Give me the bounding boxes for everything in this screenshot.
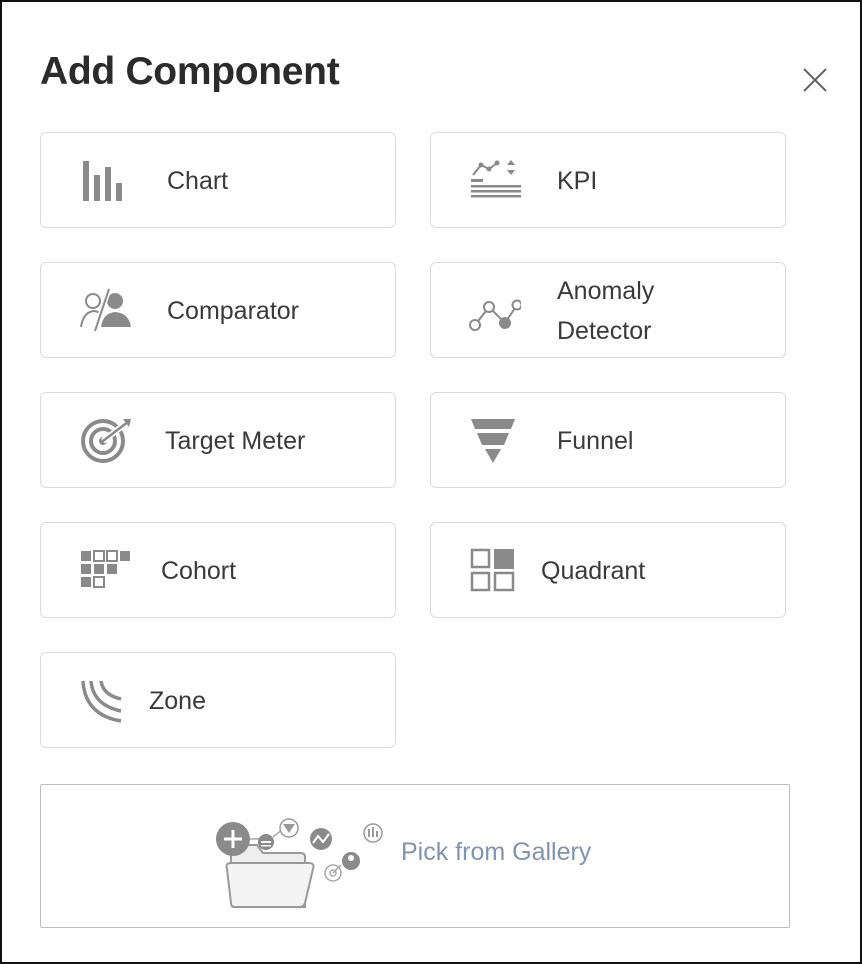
gallery-folder-icon [216,818,383,908]
component-label: Zone [149,687,206,715]
target-icon [81,418,131,463]
close-icon [803,68,827,92]
component-card-zone[interactable]: Zone [40,652,396,748]
anomaly-line-icon [469,299,521,331]
add-component-dialog: Add Component Chart KPI Comparator Anoma… [0,0,862,964]
component-label: KPI [557,167,598,195]
component-card-anomaly-detector[interactable]: Anomaly Detector [430,262,786,358]
dialog-title: Add Component [40,50,340,93]
component-card-comparator[interactable]: Comparator [40,262,396,358]
component-card-funnel[interactable]: Funnel [430,392,786,488]
component-card-chart[interactable]: Chart [40,132,396,228]
component-card-kpi[interactable]: KPI [430,132,786,228]
pick-from-gallery-button[interactable]: Pick from Gallery [40,784,790,928]
bar-chart-icon [83,161,122,201]
kpi-icon [471,160,521,198]
component-label: Comparator [167,297,299,325]
component-label: Anomaly Detector [557,277,655,345]
component-label: Cohort [161,557,237,585]
component-card-cohort[interactable]: Cohort [40,522,396,618]
cohort-grid-icon [81,550,130,588]
component-label: Target Meter [165,427,306,455]
component-card-target-meter[interactable]: Target Meter [40,392,396,488]
funnel-icon [471,419,515,463]
comparator-icon [80,288,131,332]
gallery-label: Pick from Gallery [401,838,592,866]
quadrant-icon [470,548,515,592]
component-label: Chart [167,167,229,195]
component-label: Quadrant [541,557,646,585]
component-card-quadrant[interactable]: Quadrant [430,522,786,618]
close-button[interactable] [800,65,830,95]
component-label: Funnel [557,427,634,455]
zone-arcs-icon [81,680,122,723]
